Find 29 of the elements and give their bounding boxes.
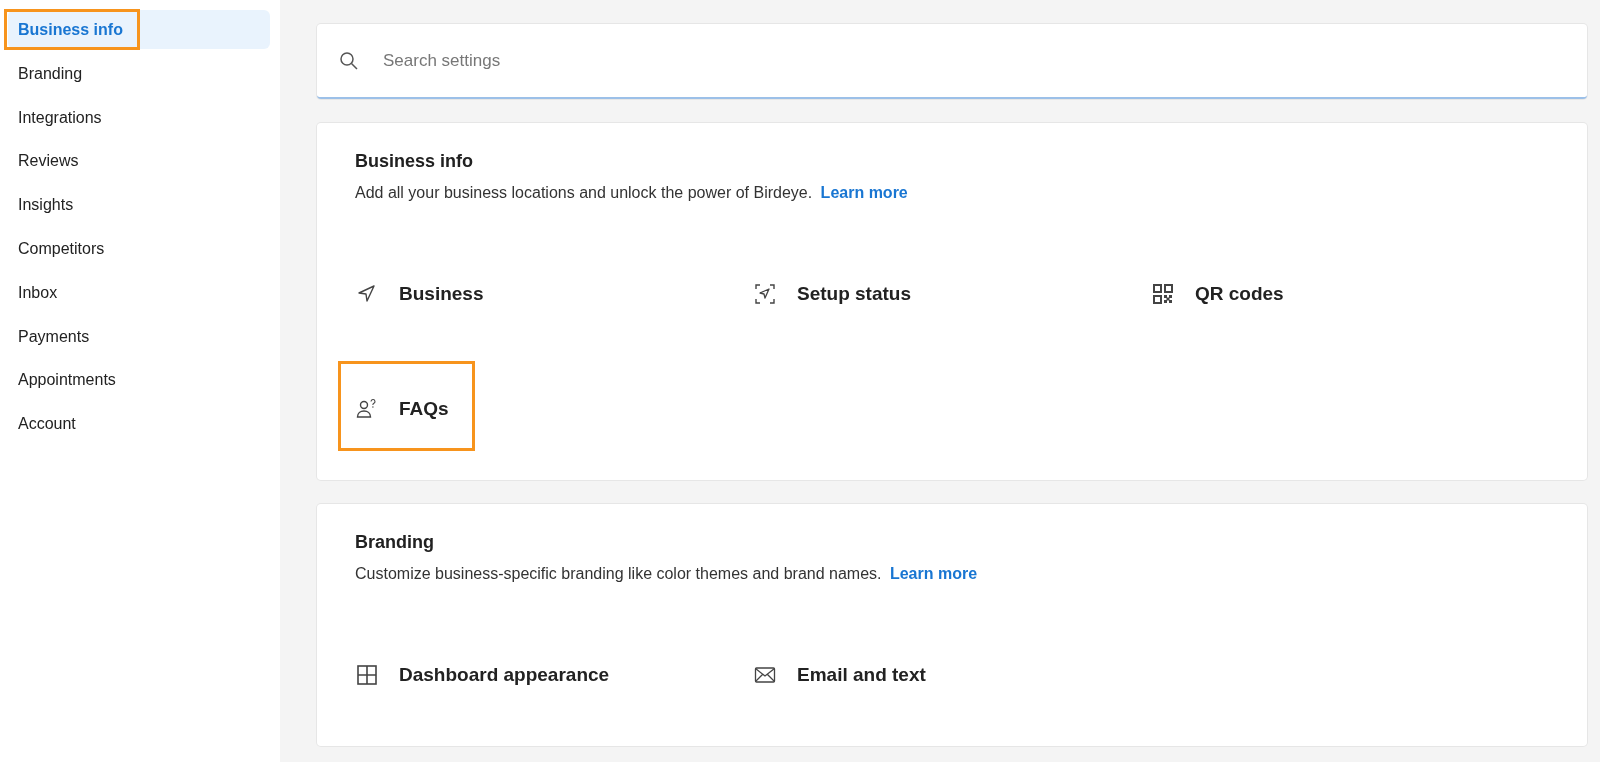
sidebar-item[interactable]: Inbox (8, 272, 270, 312)
search-field[interactable]: Search settings (381, 44, 1565, 77)
sidebar-item[interactable]: Business info (8, 10, 270, 49)
sidebar-item[interactable]: Payments (8, 316, 270, 356)
scan-frame-icon (753, 282, 777, 306)
sidebar-item[interactable]: Reviews (8, 141, 270, 181)
learn-more-link[interactable]: Learn more (889, 565, 978, 582)
section-title: Business info (355, 151, 475, 172)
search-bar[interactable]: Search settings (317, 24, 1587, 99)
sidebar-item[interactable]: Appointments (8, 360, 270, 400)
qr-code-icon (1151, 282, 1175, 306)
learn-more-link[interactable]: Learn more (820, 184, 908, 201)
settings-tile[interactable]: QR codes (1151, 254, 1284, 334)
settings-tile[interactable]: FAQs (355, 369, 449, 449)
settings-tile[interactable]: Email and text (753, 635, 926, 715)
sidebar-item[interactable]: Branding (8, 53, 270, 93)
section-description: Add all your business locations and unlock the power of Birdeye. Learn more (355, 184, 909, 202)
grid-icon (355, 663, 379, 687)
settings-tile[interactable]: Setup status (753, 254, 912, 334)
section-description: Customize business-specific branding like color themes and brand names. Learn more (355, 565, 979, 583)
sidebar-item[interactable]: Competitors (8, 229, 270, 268)
settings-tile[interactable]: Business (355, 254, 484, 334)
sidebar-item[interactable]: Insights (8, 185, 270, 225)
settings-tile[interactable]: Dashboard appearance (355, 635, 610, 715)
sidebar-item[interactable]: Account (8, 404, 270, 444)
search-icon (339, 50, 359, 71)
section-title: Branding (355, 532, 435, 553)
sidebar-item[interactable]: Integrations (8, 97, 270, 137)
person-question-icon (355, 397, 379, 421)
